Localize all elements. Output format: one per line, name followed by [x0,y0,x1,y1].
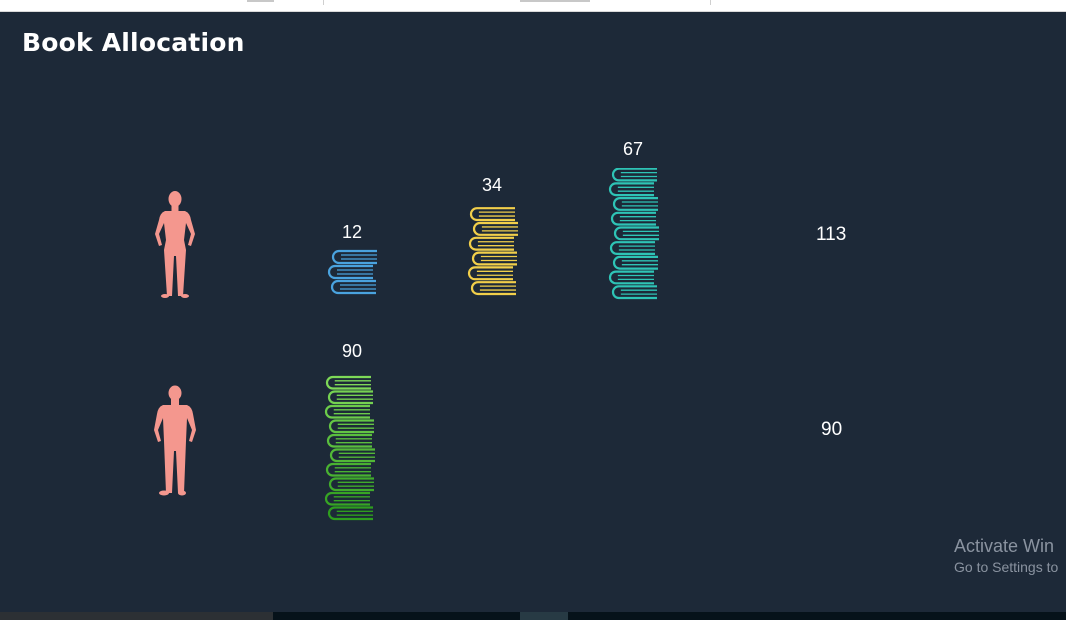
browser-top-strip [0,0,1066,12]
book-icon [612,255,658,270]
book-icon [324,404,370,419]
windows-activation-watermark: Activate Win Go to Settings to [954,536,1058,575]
top-strip-divider [323,0,324,5]
female-person-icon [155,191,195,298]
book-icon [608,182,654,197]
book-stack-icon [467,207,518,296]
book-icon [328,477,374,492]
row-total-label: 113 [816,224,847,245]
taskbar-segment [0,612,273,620]
top-strip-segment [247,0,274,2]
row-total-label: 90 [821,419,843,440]
book-icon [469,207,515,222]
book-icon [327,264,373,280]
book-allocation-panel: Book Allocation 12 34 67 113 90 90 Activ… [0,12,1066,612]
book-icon [325,375,371,390]
book-count-label: 67 [622,139,644,159]
taskbar-strip [0,612,1066,620]
book-icon [609,241,655,255]
book-icon [467,266,513,281]
book-stack-icon [324,375,375,521]
book-icon [611,168,657,182]
book-count-label: 34 [481,175,503,195]
book-icon [327,506,373,521]
taskbar-segment [520,612,568,620]
top-strip-segment [520,0,590,2]
book-icon [331,249,377,265]
watermark-line-2: Go to Settings to [954,559,1059,575]
book-icon [471,251,517,266]
book-stack-icon [327,249,377,295]
book-icon [612,197,658,211]
book-icon [326,433,372,448]
book-icon [329,448,375,463]
book-count-label: 12 [341,222,363,242]
book-icon [324,491,370,506]
book-icon [472,221,518,236]
page-title: Book Allocation [22,28,245,57]
book-stack-icon [608,168,659,300]
book-icon [610,211,656,226]
book-icon [325,462,371,477]
book-count-label: 90 [341,341,363,361]
top-strip-divider [710,0,711,5]
book-icon [470,281,516,296]
watermark-line-1: Activate Win [954,536,1055,556]
male-person-icon [154,385,196,496]
book-icon [611,285,657,300]
book-icon [608,270,654,285]
book-icon [613,226,659,241]
book-icon [330,279,376,295]
book-icon [328,419,374,434]
book-icon [327,390,373,405]
book-icon [468,236,514,251]
